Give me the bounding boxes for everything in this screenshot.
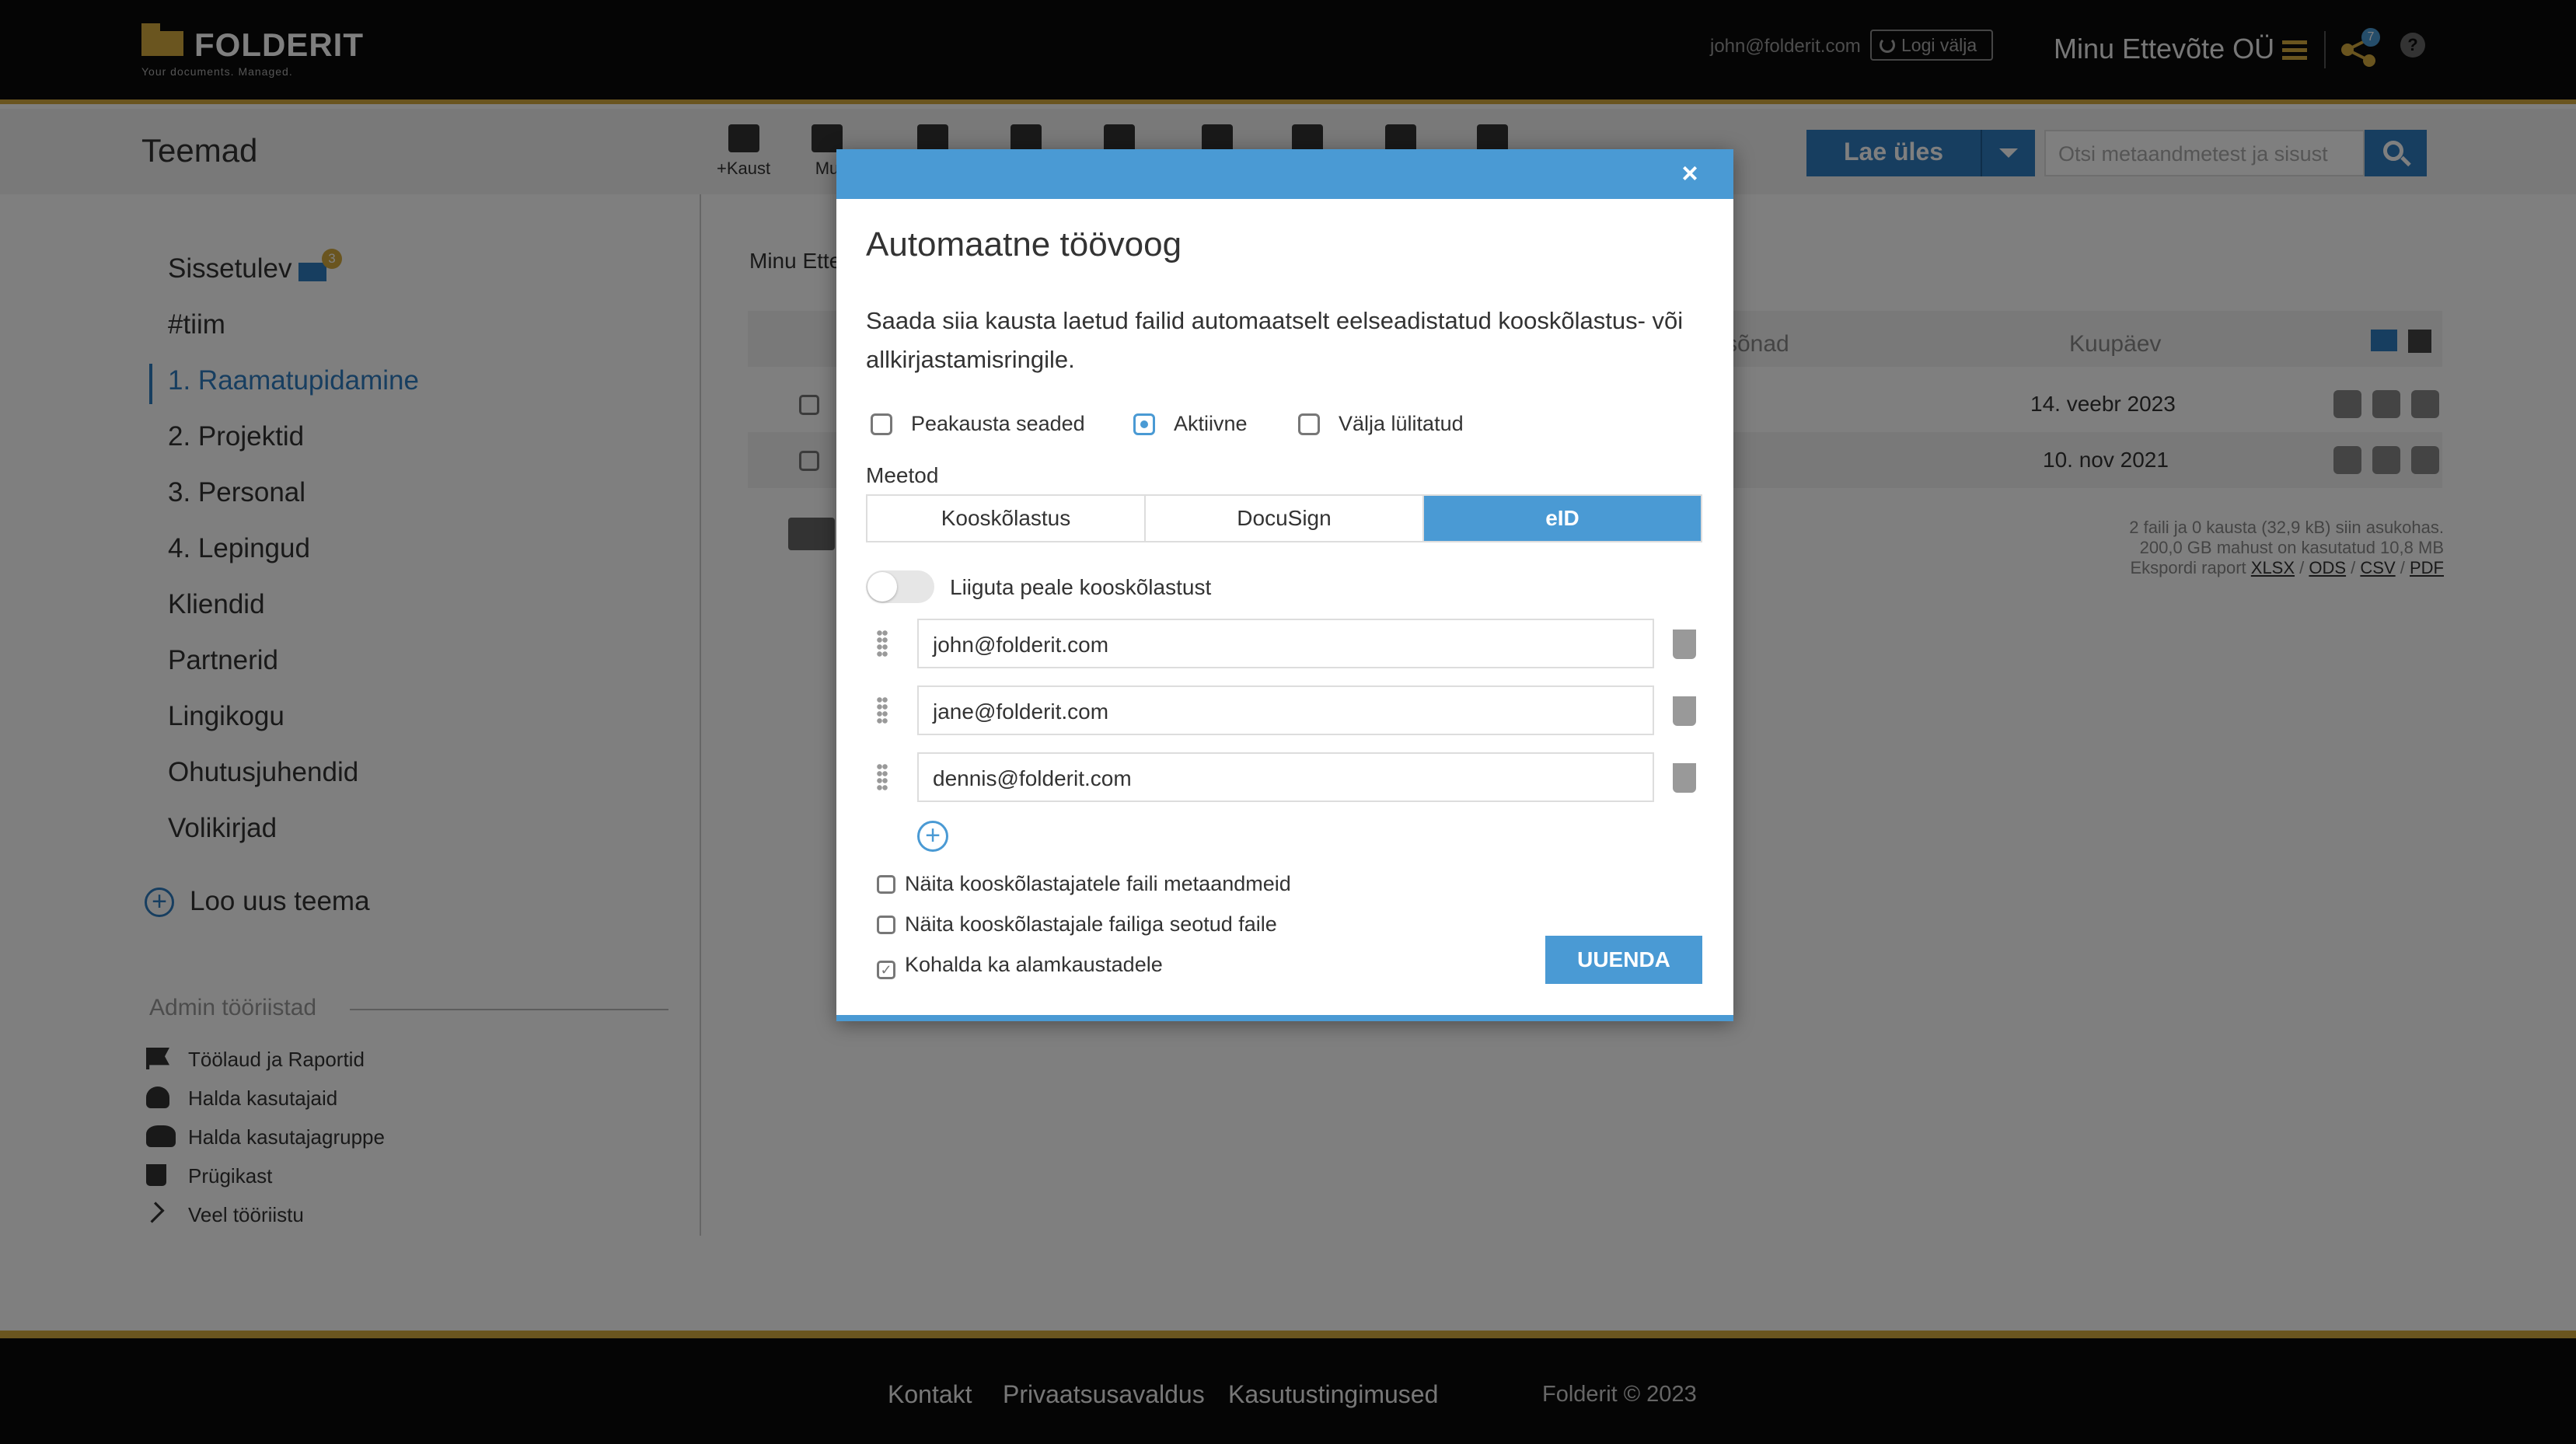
drag-handle-icon[interactable] bbox=[877, 630, 888, 657]
option-label: Kohalda ka alamkaustadele bbox=[905, 953, 1163, 976]
mode-disabled[interactable]: Välja lülitatud bbox=[1298, 412, 1464, 436]
signer-email-field[interactable]: john@folderit.com bbox=[917, 619, 1654, 668]
option-apply-subfolders[interactable]: Kohalda ka alamkaustadele bbox=[877, 953, 1163, 979]
drag-handle-icon[interactable] bbox=[877, 763, 888, 791]
toggle-label: Liiguta peale kooskõlastust bbox=[950, 575, 1212, 599]
option-show-metadata[interactable]: Näita kooskõlastajatele faili metaandmei… bbox=[877, 872, 1291, 896]
tab-kooskolastus[interactable]: Kooskõlastus bbox=[867, 496, 1146, 541]
mode-active[interactable]: Aktiivne bbox=[1133, 412, 1248, 436]
tab-eid[interactable]: eID bbox=[1424, 496, 1701, 541]
method-label: Meetod bbox=[866, 463, 939, 487]
trash-icon[interactable] bbox=[1673, 696, 1696, 726]
signer-row: jane@folderit.com bbox=[866, 685, 1702, 735]
option-checkbox[interactable] bbox=[877, 961, 895, 979]
add-signer-icon[interactable]: + bbox=[917, 821, 948, 852]
option-checkbox[interactable] bbox=[877, 916, 895, 934]
trash-icon[interactable] bbox=[1673, 763, 1696, 793]
modal-description: Saada siia kausta laetud failid automaat… bbox=[866, 307, 1684, 373]
update-button[interactable]: UUENDA bbox=[1545, 936, 1702, 984]
mode-label: Välja lülitatud bbox=[1339, 412, 1464, 435]
signer-row: john@folderit.com bbox=[866, 619, 1702, 668]
signer-email-field[interactable]: jane@folderit.com bbox=[917, 685, 1654, 735]
signer-email-field[interactable]: dennis@folderit.com bbox=[917, 752, 1654, 802]
mode-label: Peakausta seaded bbox=[911, 412, 1085, 435]
option-label: Näita kooskõlastajatele faili metaandmei… bbox=[905, 872, 1291, 895]
trash-icon[interactable] bbox=[1673, 630, 1696, 659]
mode-label: Aktiivne bbox=[1174, 412, 1248, 435]
drag-handle-icon[interactable] bbox=[877, 696, 888, 724]
mode-parent-settings[interactable]: Peakausta seaded bbox=[871, 412, 1085, 436]
signer-row: dennis@folderit.com bbox=[866, 752, 1702, 802]
option-label: Näita kooskõlastajale failiga seotud fai… bbox=[905, 912, 1277, 936]
modal-header: × bbox=[836, 149, 1733, 199]
mode-radio[interactable] bbox=[871, 413, 892, 435]
option-checkbox[interactable] bbox=[877, 875, 895, 894]
close-icon[interactable]: × bbox=[1676, 159, 1704, 188]
mode-radio[interactable] bbox=[1133, 413, 1155, 435]
option-show-related-files[interactable]: Näita kooskõlastajale failiga seotud fai… bbox=[877, 912, 1277, 937]
modal-title: Automaatne töövoog bbox=[866, 225, 1182, 263]
tab-docusign[interactable]: DocuSign bbox=[1146, 496, 1424, 541]
workflow-modal: × Automaatne töövoog Saada siia kausta l… bbox=[836, 149, 1733, 1021]
move-after-approval-toggle[interactable] bbox=[866, 570, 934, 603]
mode-radio[interactable] bbox=[1298, 413, 1320, 435]
method-tabs: Kooskõlastus DocuSign eID bbox=[866, 494, 1702, 542]
